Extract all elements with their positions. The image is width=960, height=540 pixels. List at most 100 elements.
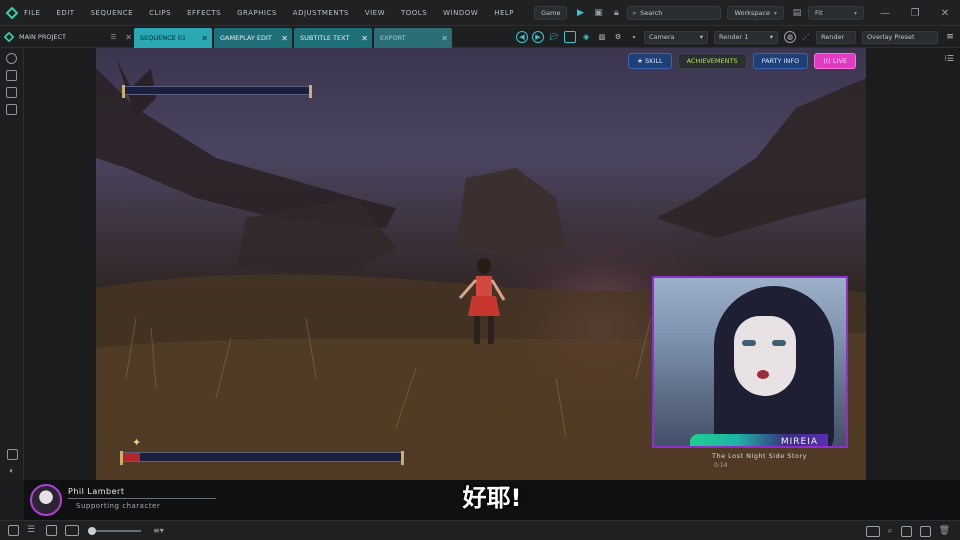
menu-file[interactable]: FILE [24, 9, 40, 17]
project-header: MAIN PROJECT ☰ ✕ [0, 26, 132, 48]
pause-icon[interactable] [6, 449, 18, 460]
menu-edit[interactable]: EDIT [56, 9, 74, 17]
overlay-preset-label: Overlay Preset [867, 33, 915, 41]
tab-label: SEQUENCE 01 [140, 34, 187, 42]
close-icon[interactable]: ✕ [201, 34, 208, 43]
left-tool-dock: 🔈︎ [0, 48, 24, 480]
zoom-slider-knob[interactable] [88, 526, 96, 535]
speaker-divider [68, 498, 216, 499]
globe-icon[interactable]: ◍ [784, 31, 796, 43]
workspace-select[interactable]: Workspace ▾ [727, 6, 784, 20]
left-dock-bottom: 🔈︎ [0, 444, 24, 476]
camera-icon[interactable]: ◉ [580, 31, 592, 43]
close-icon[interactable]: ✕ [361, 34, 368, 43]
crop-icon[interactable] [6, 104, 17, 115]
mode-toggle[interactable]: Game [534, 6, 568, 20]
tab-export[interactable]: EXPORT ✕ [374, 28, 452, 48]
minimize-icon[interactable]: — [870, 0, 900, 26]
volume-icon[interactable]: 🔈︎ [0, 466, 24, 476]
zoom-select[interactable]: Fit ▾ [808, 6, 864, 20]
tab-label: EXPORT [380, 34, 406, 42]
right-panel-dock: ⁝☰ [866, 48, 960, 480]
list-icon[interactable]: ☰ [27, 525, 38, 536]
search-input[interactable]: ⌕ Search [627, 6, 722, 20]
hud-achievements-pill: ACHIEVEMENTS [677, 53, 747, 69]
menu-view[interactable]: VIEW [365, 9, 385, 17]
folder-icon[interactable] [900, 525, 912, 537]
search-icon[interactable]: ⌕ [888, 526, 893, 536]
play-icon[interactable]: ▶ [573, 6, 587, 20]
new-file-icon[interactable] [919, 525, 931, 537]
panel-icon[interactable]: ▣ [591, 6, 605, 20]
camera-select-label: Camera [649, 33, 675, 41]
chevron-down-icon: ▾ [853, 9, 857, 17]
close-icon[interactable]: ✕ [281, 34, 288, 43]
gear-icon[interactable] [6, 53, 17, 64]
tab-gameplay-edit[interactable]: GAMEPLAY EDIT ✕ [214, 28, 292, 48]
overlay-preset-select[interactable]: Overlay Preset [862, 30, 938, 44]
folder-icon[interactable]: 📂︎ [548, 31, 560, 43]
sort-icon[interactable]: ≡▾ [153, 526, 164, 535]
menu-effects[interactable]: EFFECTS [187, 9, 221, 17]
settings-icon[interactable]: ⚙ [612, 31, 624, 43]
hamburger-menu-icon[interactable]: ≡ [944, 31, 956, 43]
tab-label: SUBTITLE TEXT [300, 34, 350, 42]
chevron-down-icon[interactable]: ▾ [628, 31, 640, 43]
video-preview[interactable]: ★ SKILL ACHIEVEMENTS PARTY INFO ((( LIVE… [96, 48, 866, 480]
close-icon[interactable]: ✕ [930, 0, 960, 26]
menu-window[interactable]: WINDOW [443, 9, 478, 17]
toolbar-right-group: ◀ ▶ 📂︎ ◉ ▨ ⚙ ▾ Camera ▾ Render 1 ▾ ◍ ⋰ Ren… [516, 26, 960, 48]
render-select[interactable]: Render 1 ▾ [714, 30, 778, 44]
speaker-role: Supporting character [76, 502, 161, 510]
menu-sequence[interactable]: SEQUENCE [91, 9, 133, 17]
tab-subtitle-text[interactable]: SUBTITLE TEXT ✕ [294, 28, 372, 48]
zoom-slider[interactable] [88, 526, 141, 535]
panel-menu-icon[interactable]: ⁝☰ [944, 54, 954, 63]
zoom-label: Fit [815, 9, 823, 17]
search-placeholder: Search [640, 9, 663, 17]
lock-icon[interactable]: 🔒︎ [609, 6, 623, 20]
portrait-eye-left [742, 340, 756, 346]
character-portrait-pip: MIREIA [652, 276, 848, 448]
tab-sequence-01[interactable]: SEQUENCE 01 ✕ [134, 28, 212, 48]
tab-label: GAMEPLAY EDIT [220, 34, 272, 42]
split-view-icon[interactable] [865, 525, 880, 537]
tab-strip: MAIN PROJECT ☰ ✕ SEQUENCE 01 ✕ GAMEPLAY E… [0, 26, 452, 48]
render-button-label: Render [821, 33, 845, 41]
chevron-down-icon: ▾ [769, 33, 773, 41]
layout-icon[interactable]: ▤ [790, 6, 804, 20]
menu-clips[interactable]: CLIPS [149, 9, 171, 17]
menubar-right-group: Game ▶ ▣ 🔒︎ ⌕ Search Workspace ▾ ▤ Fit ▾ —… [534, 0, 960, 26]
share-icon[interactable]: ⋰ [800, 31, 812, 43]
menu-graphics[interactable]: GRAPHICS [237, 9, 277, 17]
close-icon[interactable]: ✕ [441, 34, 448, 43]
caption-bar: 好耶! Phil Lambert Supporting character [24, 480, 960, 520]
search-icon: ⌕ [632, 8, 637, 17]
list-icon[interactable]: ☰ [110, 33, 116, 41]
hud-live-pill: ((( LIVE [814, 53, 856, 69]
save-icon[interactable] [564, 31, 576, 43]
menu-help[interactable]: HELP [494, 9, 514, 17]
mode-label: Game [541, 9, 561, 17]
project-name: MAIN PROJECT [19, 33, 66, 41]
rewind-icon[interactable]: ◀ [516, 31, 528, 43]
edit-icon[interactable] [8, 525, 19, 536]
trash-icon[interactable]: 🗑︎ [939, 526, 950, 536]
camera-select[interactable]: Camera ▾ [644, 30, 708, 44]
menu-adjustments[interactable]: ADJUSTMENTS [293, 9, 349, 17]
hud-skill-pill: ★ SKILL [628, 53, 672, 69]
menu-tools[interactable]: TOOLS [401, 9, 427, 17]
player-health-bar [120, 451, 404, 465]
portrait-subtitle: The Lost Night Side Story [712, 452, 807, 460]
grid-icon[interactable] [46, 525, 57, 536]
render-button[interactable]: Render [816, 30, 856, 44]
project-logo-icon [4, 32, 14, 42]
monitor-icon[interactable] [65, 525, 79, 536]
restore-icon[interactable]: ❐ [900, 0, 930, 26]
layers-icon[interactable] [6, 70, 17, 81]
image-icon[interactable]: ▨ [596, 31, 608, 43]
frame-icon[interactable] [6, 87, 17, 98]
hud-party-pill: PARTY INFO [752, 53, 809, 69]
play-circle-icon[interactable]: ▶ [532, 31, 544, 43]
close-icon[interactable]: ✕ [125, 33, 132, 42]
